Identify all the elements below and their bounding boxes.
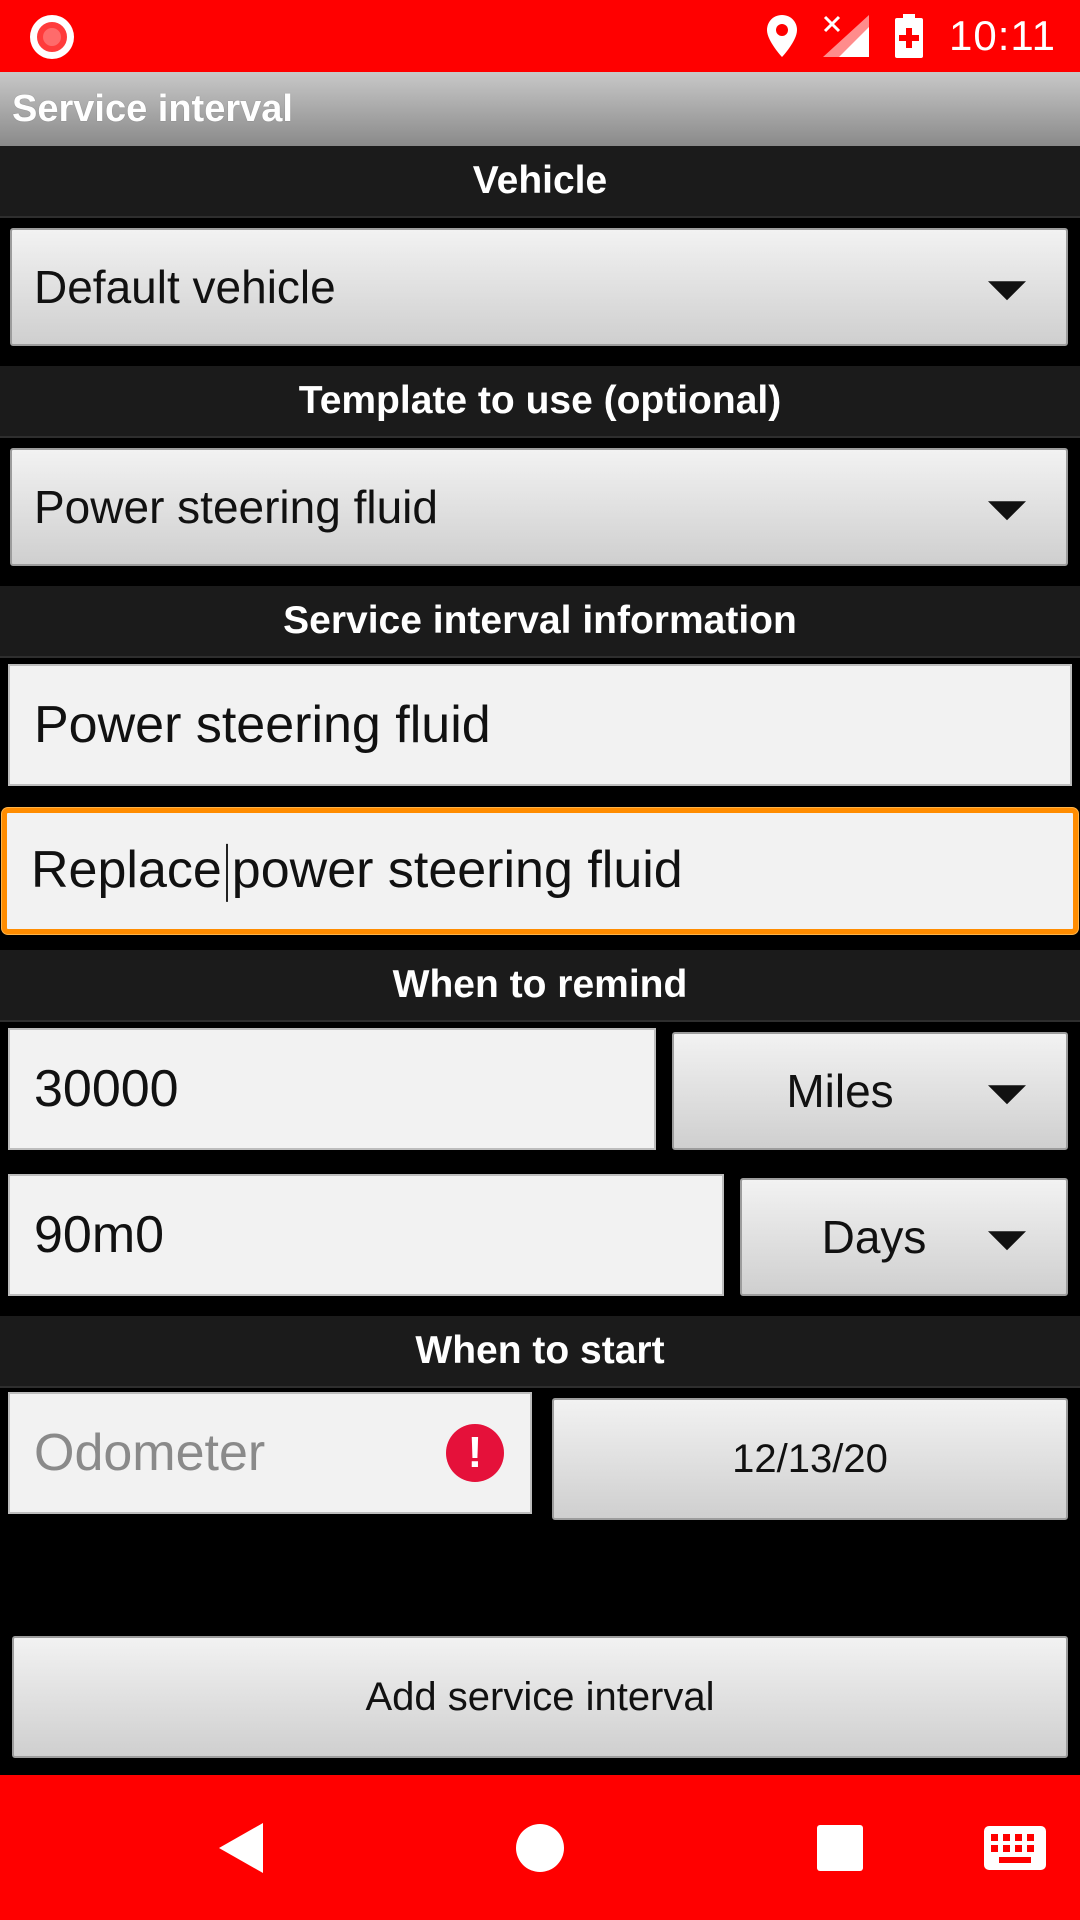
dropdown-arrow-icon — [988, 281, 1026, 301]
vehicle-spinner-value: Default vehicle — [34, 261, 336, 313]
home-icon — [516, 1823, 564, 1872]
remind-header: When to remind — [0, 950, 1080, 1022]
distance-interval-field[interactable]: 30000 — [8, 1028, 656, 1150]
error-icon[interactable]: ! — [446, 1424, 504, 1482]
dropdown-arrow-icon — [988, 1231, 1026, 1251]
template-spinner[interactable]: Power steering fluid — [10, 448, 1068, 566]
template-header: Template to use (optional) — [0, 366, 1080, 438]
battery-charging-icon — [895, 14, 923, 58]
distance-unit-spinner[interactable]: Miles — [672, 1032, 1068, 1150]
odometer-placeholder: Odometer — [34, 1424, 266, 1482]
dropdown-arrow-icon — [988, 1085, 1026, 1105]
action-bar: Service interval — [0, 72, 1080, 146]
template-spinner-value: Power steering fluid — [34, 481, 438, 533]
vehicle-spinner[interactable]: Default vehicle — [10, 228, 1068, 346]
location-icon — [767, 15, 797, 57]
add-service-interval-button[interactable]: Add service interval — [12, 1636, 1068, 1758]
recents-icon — [817, 1824, 863, 1871]
start-date-button[interactable]: 12/13/20 — [552, 1398, 1068, 1520]
navigation-bar — [0, 1775, 1080, 1920]
start-header: When to start — [0, 1316, 1080, 1388]
time-unit-spinner[interactable]: Days — [740, 1178, 1068, 1296]
time-interval-value: 90m0 — [34, 1206, 165, 1264]
odometer-field[interactable]: Odometer ! — [8, 1392, 532, 1514]
clock: 10:11 — [949, 12, 1056, 59]
recents-button[interactable] — [770, 1775, 910, 1920]
name-field[interactable]: Power steering fluid — [8, 664, 1072, 786]
name-field-value: Power steering fluid — [34, 696, 491, 754]
description-field-value: Replace power steering fluid — [31, 840, 683, 903]
back-button[interactable] — [170, 1775, 310, 1920]
home-button[interactable] — [470, 1775, 610, 1920]
time-unit-value: Days — [821, 1211, 927, 1263]
page-title: Service interval — [12, 88, 293, 130]
vehicle-header: Vehicle — [0, 146, 1080, 218]
signal-no-data-icon — [823, 15, 869, 57]
distance-unit-value: Miles — [786, 1065, 894, 1117]
dropdown-arrow-icon — [988, 501, 1026, 521]
keyboard-switch-button[interactable] — [950, 1775, 1080, 1920]
status-icons: 10:11 — [767, 10, 1056, 62]
description-field[interactable]: Replace power steering fluid — [2, 808, 1078, 934]
info-header: Service interval information — [0, 586, 1080, 658]
text-cursor — [225, 844, 228, 903]
keyboard-icon — [984, 1825, 1046, 1870]
back-icon — [219, 1822, 263, 1873]
distance-interval-value: 30000 — [34, 1060, 179, 1118]
status-bar: 10:11 — [0, 0, 1080, 72]
time-interval-field[interactable]: 90m0 — [8, 1174, 724, 1296]
record-icon — [30, 15, 74, 59]
